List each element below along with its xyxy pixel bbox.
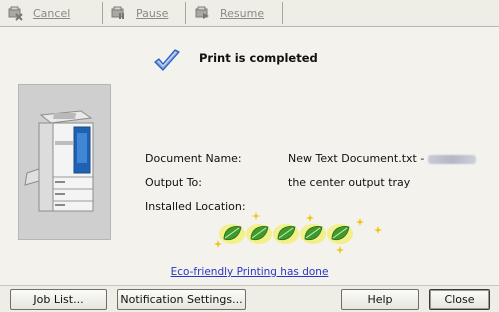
sparkle-icon (336, 246, 344, 254)
printer-image (18, 84, 111, 240)
toolbar-separator (185, 2, 186, 24)
close-button[interactable]: Close (429, 289, 490, 310)
help-button[interactable]: Help (341, 289, 419, 310)
sparkle-icon (374, 226, 382, 234)
leaf-icon (273, 224, 299, 244)
sparkle-icon (214, 240, 222, 248)
cancel-label: Cancel (33, 6, 71, 20)
leaf-icon (300, 224, 326, 244)
eco-friendly-link[interactable]: Eco-friendly Printing has done (0, 266, 499, 278)
eco-leaves (210, 210, 390, 256)
pause-icon (110, 5, 126, 21)
sparkle-icon (356, 218, 364, 226)
output-to-label: Output To: (145, 176, 202, 189)
document-name-value: New Text Document.txt - (288, 152, 477, 165)
redacted-username (428, 154, 477, 164)
toolbar: Cancel Pause Resume (0, 0, 499, 27)
pause-label: Pause (136, 6, 169, 20)
job-list-button[interactable]: Job List... (10, 289, 107, 310)
pause-button[interactable]: Pause (110, 3, 168, 23)
status-title: Print is completed (199, 51, 318, 65)
document-name-text: New Text Document.txt - (288, 152, 425, 165)
leaf-icon (219, 224, 245, 244)
output-to-value: the center output tray (288, 176, 411, 189)
checkmark-icon (152, 47, 182, 77)
resume-icon (194, 5, 210, 21)
toolbar-separator (102, 2, 103, 24)
sparkle-icon (306, 214, 314, 222)
cancel-icon (7, 5, 23, 21)
resume-label: Resume (220, 6, 265, 20)
notification-settings-button[interactable]: Notification Settings... (117, 289, 246, 310)
leaf-icon (246, 224, 272, 244)
cancel-button[interactable]: Cancel (7, 3, 70, 23)
leaf-icon (327, 224, 353, 244)
sparkle-icon (252, 212, 260, 220)
print-status-window: Cancel Pause Resume Print is completed D… (0, 0, 499, 312)
document-name-label: Document Name: (145, 152, 242, 165)
toolbar-separator (282, 2, 283, 24)
resume-button[interactable]: Resume (194, 3, 264, 23)
